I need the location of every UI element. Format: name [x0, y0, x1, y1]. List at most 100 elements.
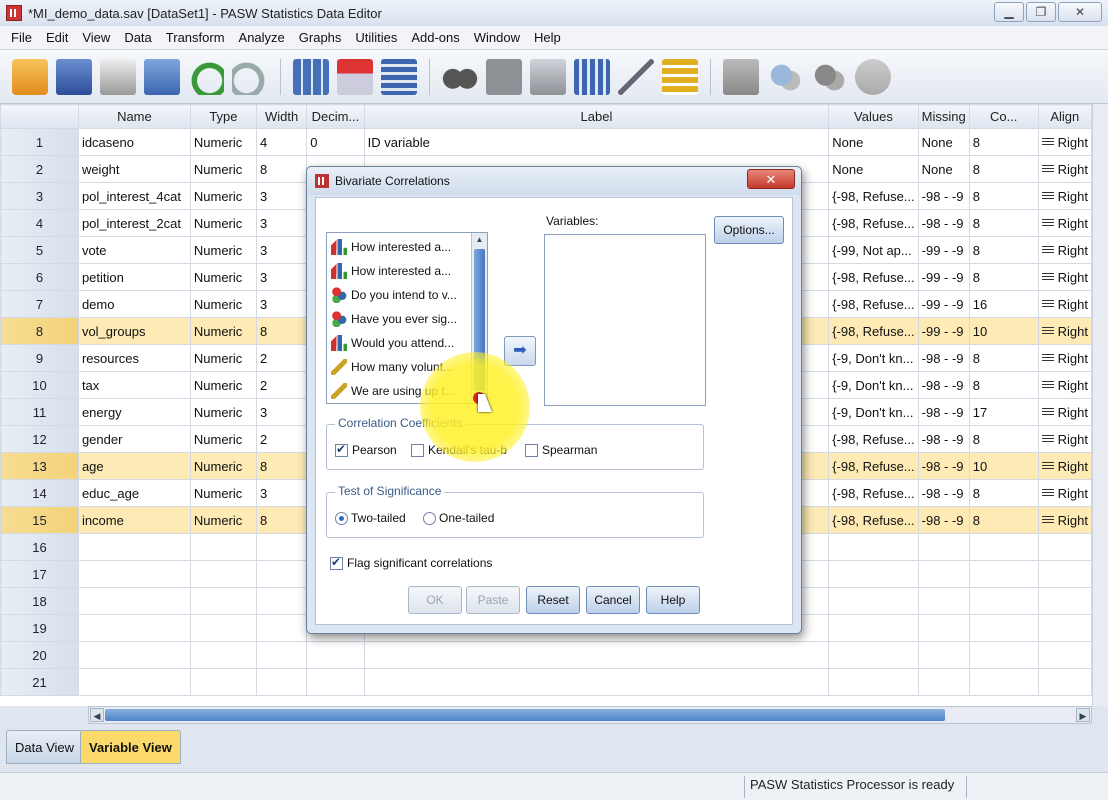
cell-columns[interactable]: 8: [968, 155, 1039, 183]
grid-vertical-scrollbar[interactable]: [1092, 104, 1108, 706]
dialog-recall-icon[interactable]: [144, 58, 180, 95]
cell-align[interactable]: [1037, 668, 1092, 696]
tab-data-view[interactable]: Data View: [6, 730, 84, 764]
menu-utilities[interactable]: Utilities: [348, 30, 404, 45]
source-list-scrollbar[interactable]: ▲: [471, 233, 487, 403]
cell-width[interactable]: [255, 560, 308, 588]
cell-name[interactable]: idcaseno: [77, 128, 191, 156]
cell-width[interactable]: 3: [255, 182, 308, 210]
row-number[interactable]: 16: [0, 533, 79, 561]
cell-width[interactable]: 3: [255, 479, 308, 507]
cell-values[interactable]: {-9, Don't kn...: [828, 371, 919, 399]
menu-edit[interactable]: Edit: [39, 30, 75, 45]
row-number[interactable]: 1: [0, 128, 79, 156]
cell-name[interactable]: tax: [77, 371, 191, 399]
grid-corner[interactable]: [0, 104, 79, 129]
weight-cases-icon[interactable]: [618, 58, 654, 95]
cell-name[interactable]: [77, 614, 191, 642]
cell-columns[interactable]: 17: [968, 398, 1039, 426]
cell-values[interactable]: {-98, Refuse...: [828, 479, 919, 507]
row-number[interactable]: 9: [0, 344, 79, 372]
scroll-left-arrow-icon[interactable]: ◀: [90, 708, 104, 722]
cell-width[interactable]: 2: [255, 425, 308, 453]
cell-values[interactable]: None: [828, 128, 919, 156]
minimize-button[interactable]: ▁: [994, 2, 1024, 22]
cell-type[interactable]: Numeric: [189, 479, 257, 507]
cell-label[interactable]: ID variable: [363, 128, 830, 156]
print-icon[interactable]: [100, 58, 136, 95]
cell-align[interactable]: Right: [1037, 344, 1092, 372]
row-number[interactable]: 21: [0, 668, 79, 696]
cell-values[interactable]: {-9, Don't kn...: [828, 344, 919, 372]
cell-columns[interactable]: 8: [968, 209, 1039, 237]
row-number[interactable]: 7: [0, 290, 79, 318]
cell-values[interactable]: {-98, Refuse...: [828, 425, 919, 453]
cell-missing[interactable]: -99 - -9: [917, 263, 970, 291]
cell-align[interactable]: Right: [1037, 479, 1092, 507]
row-number[interactable]: 14: [0, 479, 79, 507]
cell-align[interactable]: Right: [1037, 290, 1092, 318]
cell-type[interactable]: Numeric: [189, 209, 257, 237]
cell-name[interactable]: income: [77, 506, 191, 534]
row-number[interactable]: 6: [0, 263, 79, 291]
row-number[interactable]: 3: [0, 182, 79, 210]
cell-width[interactable]: [255, 641, 308, 669]
cell-missing[interactable]: [917, 614, 970, 642]
cell-name[interactable]: pol_interest_4cat: [77, 182, 191, 210]
cell-width[interactable]: [255, 587, 308, 615]
cell-missing[interactable]: [917, 641, 970, 669]
cell-align[interactable]: Right: [1037, 506, 1092, 534]
insert-variable-icon[interactable]: [530, 58, 566, 95]
cell-missing[interactable]: [917, 560, 970, 588]
column-header[interactable]: Decim...: [306, 104, 365, 129]
cell-width[interactable]: [255, 614, 308, 642]
row-number[interactable]: 11: [0, 398, 79, 426]
cell-width[interactable]: 3: [255, 236, 308, 264]
cell-missing[interactable]: None: [917, 128, 970, 156]
spell-check-icon[interactable]: [855, 58, 891, 95]
cell-align[interactable]: [1037, 614, 1092, 642]
cell-values[interactable]: {-9, Don't kn...: [828, 398, 919, 426]
cell-type[interactable]: Numeric: [189, 128, 257, 156]
ok-button[interactable]: OK: [408, 586, 462, 614]
save-icon[interactable]: [56, 58, 92, 95]
cell-missing[interactable]: -98 - -9: [917, 371, 970, 399]
value-labels-icon[interactable]: [723, 58, 759, 95]
list-item[interactable]: How interested a...: [327, 259, 471, 283]
cell-type[interactable]: Numeric: [189, 344, 257, 372]
cell-values[interactable]: None: [828, 155, 919, 183]
cell-width[interactable]: 2: [255, 344, 308, 372]
cell-missing[interactable]: -98 - -9: [917, 452, 970, 480]
cell-values[interactable]: [828, 668, 919, 696]
cell-name[interactable]: petition: [77, 263, 191, 291]
tab-variable-view[interactable]: Variable View: [80, 730, 181, 764]
row-number[interactable]: 5: [0, 236, 79, 264]
cell-type[interactable]: [189, 614, 257, 642]
cell-missing[interactable]: -98 - -9: [917, 398, 970, 426]
cell-name[interactable]: [77, 560, 191, 588]
cell-name[interactable]: demo: [77, 290, 191, 318]
cell-missing[interactable]: [917, 533, 970, 561]
row-number[interactable]: 18: [0, 587, 79, 615]
menu-transform[interactable]: Transform: [159, 30, 232, 45]
cell-columns[interactable]: 16: [968, 290, 1039, 318]
cell-type[interactable]: Numeric: [189, 263, 257, 291]
cell-values[interactable]: {-98, Refuse...: [828, 452, 919, 480]
spearman-checkbox[interactable]: Spearman: [525, 443, 597, 458]
list-item[interactable]: Do you intend to v...: [327, 283, 471, 307]
cell-decimals[interactable]: 0: [306, 128, 365, 156]
cell-values[interactable]: {-98, Refuse...: [828, 263, 919, 291]
row-number[interactable]: 12: [0, 425, 79, 453]
target-variables-list[interactable]: [544, 234, 706, 406]
close-button[interactable]: ✕: [1058, 2, 1102, 22]
cell-columns[interactable]: [968, 533, 1039, 561]
scroll-up-arrow-icon[interactable]: ▲: [473, 233, 486, 246]
select-cases-icon[interactable]: [662, 58, 698, 95]
reset-button[interactable]: Reset: [526, 586, 580, 614]
cell-width[interactable]: 2: [255, 371, 308, 399]
insert-cases-icon[interactable]: [486, 58, 522, 95]
cell-name[interactable]: [77, 587, 191, 615]
cell-columns[interactable]: [968, 641, 1039, 669]
grid-horizontal-scrollbar[interactable]: ◀ ▶: [88, 706, 1092, 724]
cell-missing[interactable]: -99 - -9: [917, 236, 970, 264]
